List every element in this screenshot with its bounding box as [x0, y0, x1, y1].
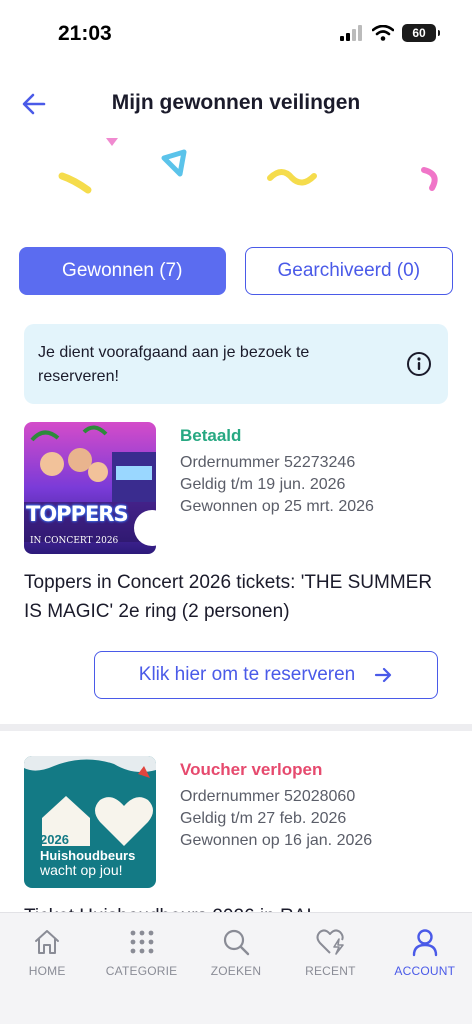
order-meta: Voucher verlopen Ordernummer 52028060 Ge… — [180, 760, 372, 852]
nav-account[interactable]: ACCOUNT — [378, 913, 472, 983]
status-bar: 21:03 60 — [0, 0, 472, 68]
order-thumbnail-toppers[interactable]: TOPPERS IN CONCERT 2026 — [24, 422, 156, 554]
order-won-on: Gewonnen op 16 jan. 2026 — [180, 832, 373, 849]
tabs: Gewonnen (7) Gearchiveerd (0) — [19, 247, 453, 295]
confetti-decoration — [58, 138, 438, 194]
order-status: Betaald — [180, 426, 242, 445]
nav-categorie[interactable]: CATEGORIE — [94, 913, 188, 983]
order-won-on: Gewonnen op 25 mrt. 2026 — [180, 498, 374, 515]
battery-level: 60 — [412, 26, 426, 40]
order-number: Ordernummer 52273246 — [180, 454, 356, 471]
thumbnail-title: TOPPERS — [26, 502, 129, 526]
info-icon[interactable] — [406, 351, 432, 377]
section-divider — [0, 724, 472, 731]
thumbnail-title: Huishoudbeurs — [40, 848, 136, 863]
info-banner: Je dient voorafgaand aan je bezoek te re… — [24, 324, 448, 404]
nav-home-label: HOME — [28, 964, 66, 978]
heart-bolt-icon — [316, 929, 345, 955]
tab-gewonnen[interactable]: Gewonnen (7) — [19, 247, 226, 295]
nav-recent-label: RECENT — [305, 964, 356, 978]
status-time: 21:03 — [58, 22, 112, 45]
order-title[interactable]: Toppers in Concert 2026 tickets: 'THE SU… — [24, 568, 448, 626]
order-valid-until: Geldig t/m 19 jun. 2026 — [180, 476, 346, 493]
grid-icon — [130, 930, 153, 954]
order-thumbnail-huishoudbeurs[interactable]: 2026 Huishoudbeurs wacht op jou! — [24, 756, 156, 888]
search-icon — [223, 929, 250, 956]
nav-zoeken-label: ZOEKEN — [210, 964, 262, 978]
thumbnail-year: 2026 — [40, 832, 69, 847]
signal-icon — [340, 25, 362, 41]
bottom-nav: HOME CATEGORIE ZOEKEN RECENT ACCOUNT — [0, 912, 472, 1024]
reserve-button-label: Klik hier om te reserveren — [138, 664, 356, 685]
status-icons: 60 — [340, 24, 440, 42]
thumbnail-subtitle: IN CONCERT 2026 — [30, 536, 119, 546]
nav-recent[interactable]: RECENT — [283, 913, 377, 983]
info-banner-text: Je dient voorafgaand aan je bezoek te re… — [38, 344, 310, 385]
home-icon — [35, 930, 60, 954]
wifi-icon — [372, 25, 394, 41]
thumbnail-subtitle: wacht op jou! — [40, 862, 123, 878]
page-title: Mijn gewonnen veilingen — [111, 91, 361, 114]
order-valid-until: Geldig t/m 27 feb. 2026 — [180, 810, 347, 827]
arrow-right-icon — [375, 667, 392, 683]
header: Mijn gewonnen veilingen — [0, 78, 472, 134]
nav-zoeken[interactable]: ZOEKEN — [189, 913, 283, 983]
order-status: Voucher verlopen — [180, 760, 323, 779]
order-number: Ordernummer 52028060 — [180, 788, 356, 805]
nav-categorie-label: CATEGORIE — [105, 964, 178, 978]
account-icon — [412, 929, 437, 957]
battery-icon: 60 — [402, 24, 440, 42]
nav-home[interactable]: HOME — [0, 913, 94, 983]
nav-account-label: ACCOUNT — [394, 964, 456, 978]
reserve-button[interactable]: Klik hier om te reserveren — [94, 651, 438, 699]
tab-gearchiveerd[interactable]: Gearchiveerd (0) — [244, 247, 453, 295]
order-meta: Betaald Ordernummer 52273246 Geldig t/m … — [180, 426, 374, 518]
